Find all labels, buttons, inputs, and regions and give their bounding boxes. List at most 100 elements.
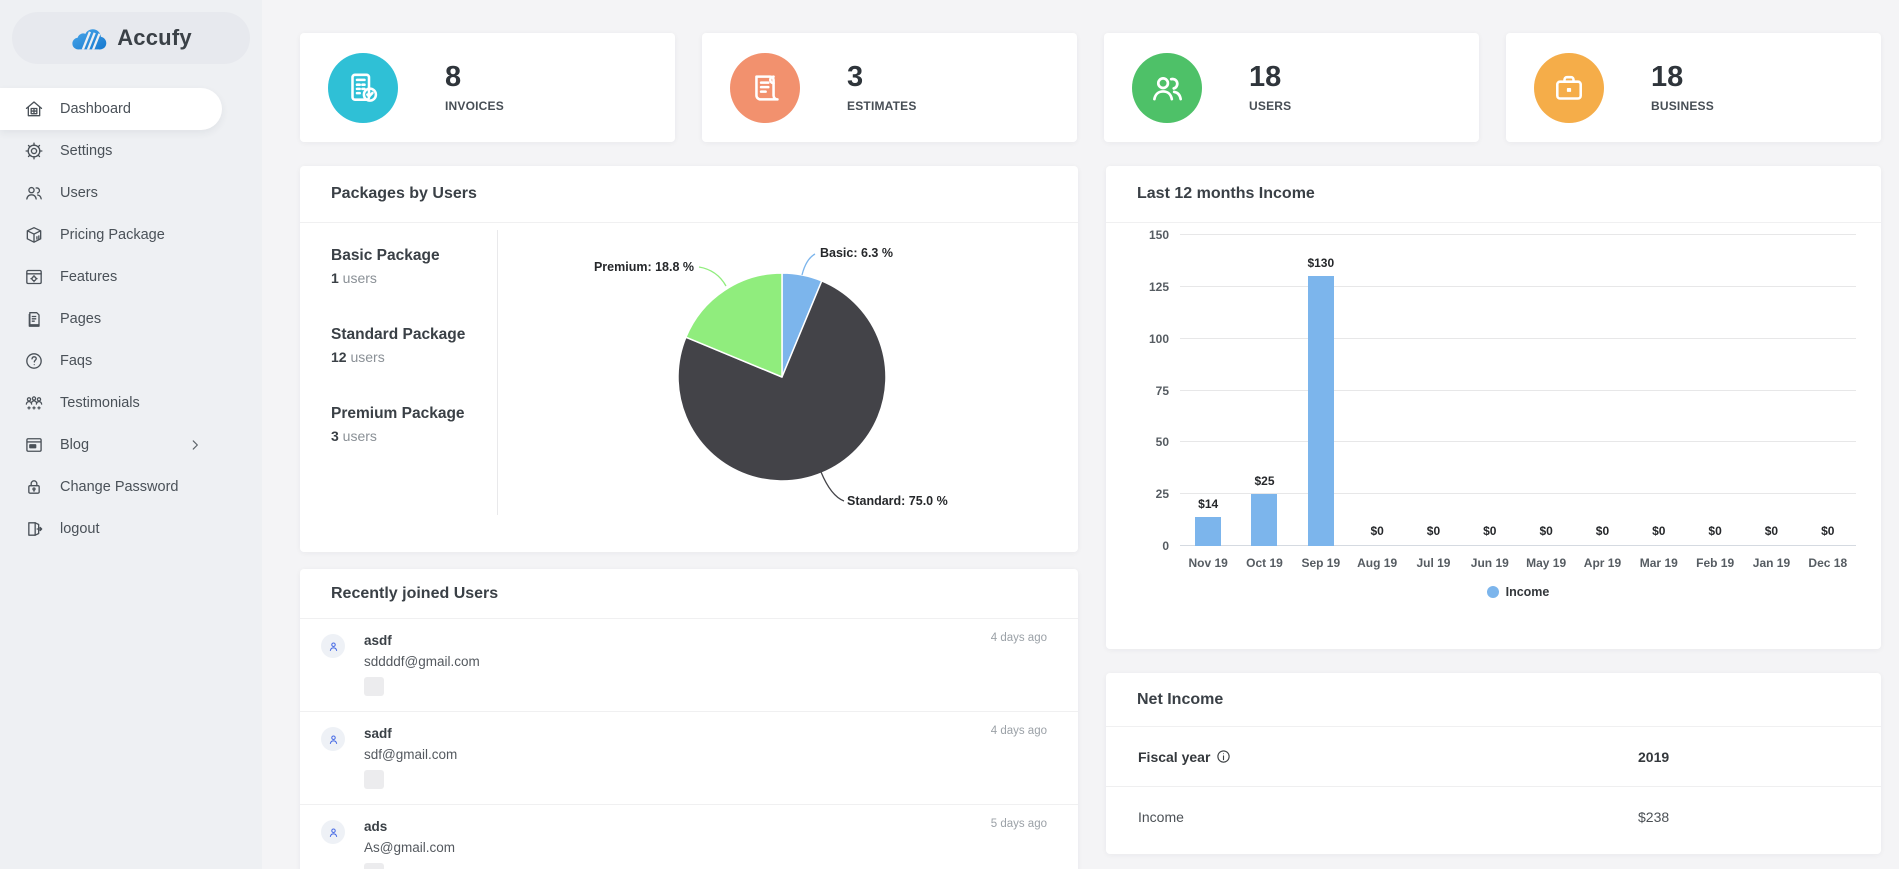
bar-value-label: $0 [1708,524,1722,538]
sidebar-item-label: Users [60,185,98,201]
chart-legend[interactable]: Income [1180,585,1856,599]
sidebar-item-change-password[interactable]: Change Password [0,466,262,508]
estimate-icon [730,52,800,123]
x-axis-label: Nov 19 [1188,556,1228,570]
user-row-sadf[interactable]: sadf sdf@gmail.com 4 days ago [300,712,1078,805]
legend-dot-icon [1486,586,1499,598]
stat-card-business[interactable]: 18 BUSINESS [1506,33,1881,142]
bar-slot-oct-19: $25 [1236,235,1292,546]
home-icon [24,99,44,119]
income-card-title: Last 12 months Income [1106,166,1881,223]
x-axis-label: Oct 19 [1246,556,1283,570]
briefcase-icon [1534,52,1604,123]
x-axis-label: Dec 18 [1808,556,1848,570]
legend-label: Income [1505,585,1550,599]
user-avatar [321,820,345,844]
net-income-label: Fiscal year [1138,749,1231,765]
user-joined-time: 5 days ago [990,818,1047,830]
pie-label-basic: Basic: 6.3 % [820,246,893,260]
user-row-asdf[interactable]: asdf sddddf@gmail.com 4 days ago [300,619,1078,712]
net-income-value: 2019 [1638,748,1670,765]
pie-connector [801,253,816,276]
net-income-label: Income [1138,809,1184,825]
sidebar-item-features[interactable]: Features [0,256,262,298]
x-axis-label: Feb 19 [1696,556,1735,570]
recent-users-title: Recently joined Users [300,569,1078,619]
stat-label: BUSINESS [1651,98,1714,113]
bar-slot-jul-19: $0 [1405,235,1461,546]
bar-slot-apr-19: $0 [1574,235,1630,546]
stats-row: 8 INVOICES 3 ESTIMATES 18 USERS 18 BUSINESS [300,33,1881,142]
users-group-icon [1132,52,1202,123]
sidebar-item-faqs[interactable]: Faqs [0,340,262,382]
bar[interactable] [1251,494,1278,546]
y-axis-tick: 50 [1155,435,1169,450]
net-income-rows: Fiscal year 2019 Income $238 [1106,727,1881,847]
sidebar-item-label: Settings [60,143,113,159]
bar[interactable] [1307,276,1334,546]
x-axis-label: Apr 19 [1583,556,1622,570]
sidebar-item-label: logout [60,521,100,537]
pie-label-standard: Standard: 75.0 % [847,494,948,508]
bar-slot-mar-19: $0 [1631,235,1687,546]
bar-value-label: $130 [1307,256,1335,271]
user-name: asdf [364,633,392,648]
lock-icon [24,477,44,497]
pie-connector [820,471,845,502]
bar-value-label: $0 [1821,524,1835,538]
bar-value-label: $0 [1595,524,1610,538]
x-axis-label: Jul 19 [1416,556,1451,570]
sidebar-item-label: Pricing Package [60,227,165,243]
sidebar-item-logout[interactable]: logout [0,508,262,550]
x-axis-labels: Nov 19 Oct 19 Sep 19 Aug 19 Jul 19 Jun 19 May … [1180,556,1856,570]
sidebar-item-label: Pages [60,311,102,327]
bar-slot-may-19: $0 [1518,235,1574,546]
sidebar-item-pages[interactable]: Pages [0,298,262,340]
sidebar-item-label: Faqs [60,353,93,369]
y-axis-tick: 150 [1148,228,1169,242]
features-icon [24,267,44,287]
info-icon[interactable] [1216,749,1231,764]
net-income-title: Net Income [1106,673,1881,727]
sidebar-item-users[interactable]: Users [0,172,262,214]
chevron-right-icon[interactable] [188,438,202,452]
bar[interactable] [1195,516,1222,546]
logout-icon [24,519,44,539]
user-email: As@gmail.com [364,840,455,855]
bar-value-label: $0 [1764,524,1779,538]
pie-label-premium: Premium: 18.8 % [594,260,694,274]
sidebar-item-testimonials[interactable]: Testimonials [0,382,262,424]
packages-pie-chart[interactable]: Basic: 6.3 % Standard: 75.0 % Premium: 18.… [300,223,1078,551]
y-axis-tick: 125 [1148,279,1169,294]
app-logo[interactable]: Accufy [12,12,250,64]
stat-card-estimates[interactable]: 3 ESTIMATES [702,33,1077,142]
sidebar-item-pricing-package[interactable]: Pricing Package [0,214,262,256]
y-axis-tick: 75 [1155,383,1169,398]
app-name: Accufy [117,25,192,50]
user-email: sdf@gmail.com [364,747,458,762]
question-icon [24,351,44,371]
bar-slot-jan-19: $0 [1743,235,1799,546]
stat-value: 3 [847,60,864,93]
sidebar-item-dashboard[interactable]: Dashboard [0,88,222,130]
sidebar-item-blog[interactable]: Blog [0,424,262,466]
stat-card-invoices[interactable]: 8 INVOICES [300,33,675,142]
bar-value-label: $0 [1426,524,1441,538]
stat-text: 18 USERS [1249,62,1291,113]
user-row-ads[interactable]: ads As@gmail.com 5 days ago [300,805,1078,869]
users-icon [24,183,44,203]
sidebar-item-settings[interactable]: Settings [0,130,262,172]
net-income-value: $238 [1638,809,1670,825]
x-axis-label: Sep 19 [1301,556,1341,570]
recent-users-list: asdf sddddf@gmail.com 4 days ago sadf sdf@gm… [300,619,1078,869]
income-bar-chart: 0 25 50 75 100 125 150 $14 $25 $130 $0 $0 $0 $0 $0 $0 $0… [1149,228,1856,553]
sidebar-item-label: Dashboard [60,101,131,117]
bar-value-label: $25 [1254,474,1275,489]
stat-card-users[interactable]: 18 USERS [1104,33,1479,142]
gear-icon [24,141,44,161]
bar-value-label: $0 [1539,524,1553,538]
net-income-card: Net Income Fiscal year 2019 Income $238 [1106,673,1881,854]
stat-label: ESTIMATES [847,98,917,113]
user-email: sddddf@gmail.com [364,654,480,669]
net-income-row-fiscal-year: Fiscal year 2019 [1106,727,1881,787]
